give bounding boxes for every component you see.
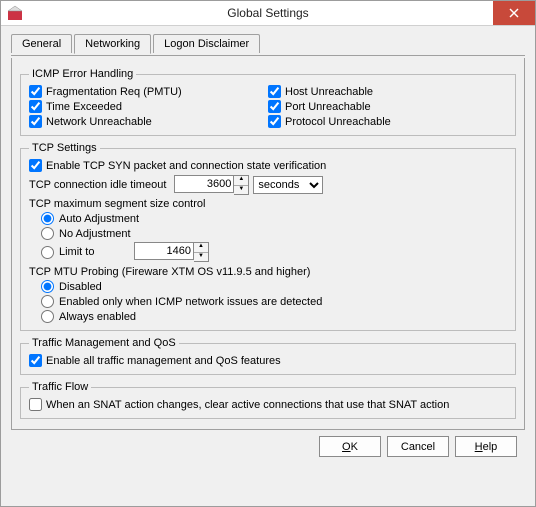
mtu-icmp-label: Enabled only when ICMP network issues ar… xyxy=(59,296,322,308)
tab-logon-disclaimer[interactable]: Logon Disclaimer xyxy=(153,34,260,53)
button-bar: OK Cancel Help xyxy=(11,430,525,457)
fragmentation-req-checkbox[interactable] xyxy=(29,85,42,98)
mtu-disabled-radio[interactable] xyxy=(41,280,54,293)
cancel-button[interactable]: Cancel xyxy=(387,436,449,457)
app-icon xyxy=(7,5,23,21)
mtu-always-radio[interactable] xyxy=(41,310,54,323)
qos-legend: Traffic Management and QoS xyxy=(29,337,179,349)
icmp-group: ICMP Error Handling Fragmentation Req (P… xyxy=(20,68,516,136)
help-button[interactable]: Help xyxy=(455,436,517,457)
snat-clear-label: When an SNAT action changes, clear activ… xyxy=(46,399,449,411)
idle-timeout-label: TCP connection idle timeout xyxy=(29,179,166,191)
tcp-group: TCP Settings Enable TCP SYN packet and c… xyxy=(20,142,516,331)
idle-timeout-spinner[interactable]: ▲▼ xyxy=(234,175,249,195)
host-unreachable-label: Host Unreachable xyxy=(285,86,373,98)
titlebar: Global Settings xyxy=(1,1,535,26)
snat-clear-checkbox[interactable] xyxy=(29,398,42,411)
mss-no-label: No Adjustment xyxy=(59,228,131,240)
mtu-disabled-label: Disabled xyxy=(59,281,102,293)
mss-limit-radio[interactable] xyxy=(41,246,54,259)
window-title: Global Settings xyxy=(1,6,535,20)
mss-auto-radio[interactable] xyxy=(41,212,54,225)
network-unreachable-checkbox[interactable] xyxy=(29,115,42,128)
protocol-unreachable-label: Protocol Unreachable xyxy=(285,116,391,128)
mss-limit-label: Limit to xyxy=(59,246,129,258)
enable-tcp-syn-checkbox[interactable] xyxy=(29,159,42,172)
mss-limit-input[interactable] xyxy=(134,242,194,260)
traffic-flow-legend: Traffic Flow xyxy=(29,381,91,393)
idle-timeout-unit-select[interactable]: seconds xyxy=(253,176,323,194)
enable-qos-checkbox[interactable] xyxy=(29,354,42,367)
qos-group: Traffic Management and QoS Enable all tr… xyxy=(20,337,516,375)
time-exceeded-checkbox[interactable] xyxy=(29,100,42,113)
idle-timeout-input[interactable] xyxy=(174,175,234,193)
time-exceeded-label: Time Exceeded xyxy=(46,101,122,113)
enable-tcp-syn-label: Enable TCP SYN packet and connection sta… xyxy=(46,160,326,172)
network-unreachable-label: Network Unreachable xyxy=(46,116,152,128)
fragmentation-req-label: Fragmentation Req (PMTU) xyxy=(46,86,182,98)
enable-qos-label: Enable all traffic management and QoS fe… xyxy=(46,355,281,367)
protocol-unreachable-checkbox[interactable] xyxy=(268,115,281,128)
icmp-legend: ICMP Error Handling xyxy=(29,68,136,80)
mtu-header: TCP MTU Probing (Fireware XTM OS v11.9.5… xyxy=(29,266,507,278)
ok-button[interactable]: OK xyxy=(319,436,381,457)
networking-panel: ICMP Error Handling Fragmentation Req (P… xyxy=(11,58,525,430)
mtu-always-label: Always enabled xyxy=(59,311,136,323)
traffic-flow-group: Traffic Flow When an SNAT action changes… xyxy=(20,381,516,419)
mss-header: TCP maximum segment size control xyxy=(29,198,507,210)
tab-networking[interactable]: Networking xyxy=(74,34,151,54)
mtu-icmp-radio[interactable] xyxy=(41,295,54,308)
global-settings-window: Global Settings General Networking Logon… xyxy=(0,0,536,507)
mss-limit-spinner[interactable]: ▲▼ xyxy=(194,242,209,262)
mss-no-radio[interactable] xyxy=(41,227,54,240)
host-unreachable-checkbox[interactable] xyxy=(268,85,281,98)
port-unreachable-checkbox[interactable] xyxy=(268,100,281,113)
tab-general[interactable]: General xyxy=(11,34,72,53)
close-button[interactable] xyxy=(493,1,535,25)
port-unreachable-label: Port Unreachable xyxy=(285,101,371,113)
mss-auto-label: Auto Adjustment xyxy=(59,213,139,225)
tab-strip: General Networking Logon Disclaimer xyxy=(11,34,525,53)
tcp-legend: TCP Settings xyxy=(29,142,100,154)
